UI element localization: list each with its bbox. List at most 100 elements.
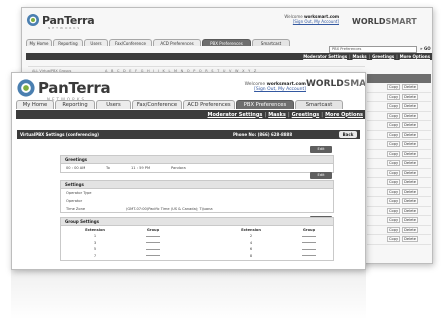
tab-my-home[interactable]: My Home	[16, 100, 54, 109]
group-settings-table: Extension Group Extension Group 12345678	[61, 226, 333, 259]
tab-reporting[interactable]: Reporting	[55, 100, 95, 109]
worldsmart-brand: WORLDSMART	[352, 17, 417, 26]
delete-button[interactable]: Delete	[402, 169, 418, 176]
back-go-button[interactable]: » GO	[420, 46, 431, 51]
action-row: Copy Delete	[367, 178, 431, 188]
copy-button[interactable]: Copy	[387, 188, 401, 195]
subnav-moderator-settings[interactable]: Moderator Settings	[301, 54, 349, 59]
back-tab-bar: My Home Reporting Users Fax/Conference ACD P…	[26, 39, 291, 46]
delete-button[interactable]: Delete	[402, 188, 418, 195]
tab-fax-conference[interactable]: Fax/Conference	[109, 39, 152, 46]
worldsmart-brand: WORLDSMART	[306, 79, 366, 89]
greetings-edit-button[interactable]: Edit	[310, 146, 332, 153]
back-action-column: Copy Delete Copy Delete Copy Delete Copy Delete…	[367, 74, 431, 245]
delete-button[interactable]: Delete	[402, 131, 418, 138]
settings-row: Operator Type	[61, 189, 333, 197]
copy-button[interactable]: Copy	[387, 112, 401, 119]
tab-reporting[interactable]: Reporting	[53, 39, 83, 46]
delete-button[interactable]: Delete	[402, 93, 418, 100]
subnav-masks[interactable]: Masks	[351, 54, 369, 59]
delete-button[interactable]: Delete	[402, 103, 418, 110]
panterra-logo: PanTerra NETWORKS	[26, 13, 95, 30]
settings-row: Operator	[61, 197, 333, 205]
delete-button[interactable]: Delete	[402, 236, 418, 243]
col-group: Group	[146, 227, 160, 232]
tab-pbx-preferences[interactable]: PBX Preferences	[202, 39, 251, 46]
action-row: Copy Delete	[367, 207, 431, 216]
action-row: Copy Delete	[367, 235, 431, 245]
tab-fax-conference[interactable]: Fax/Conference	[132, 100, 182, 109]
action-row: Copy Delete	[367, 131, 431, 140]
copy-button[interactable]: Copy	[387, 198, 401, 205]
copy-button[interactable]: Copy	[387, 84, 401, 91]
brand-part-a: WORLD	[352, 17, 386, 26]
action-row: Copy Delete	[367, 216, 431, 226]
delete-button[interactable]: Delete	[402, 198, 418, 205]
subnav-more-options[interactable]: More Options	[323, 112, 365, 118]
back-button[interactable]: Back	[339, 131, 357, 138]
delete-button[interactable]: Delete	[402, 112, 418, 119]
empty-group-line	[302, 235, 317, 237]
spacer-cell	[177, 253, 217, 260]
settings-title: Settings	[61, 181, 333, 189]
action-row: Copy Delete	[367, 169, 431, 178]
copy-button[interactable]: Copy	[387, 236, 401, 243]
subnav-moderator-settings[interactable]: Moderator Settings	[206, 112, 265, 118]
subnav-greetings[interactable]: Greetings	[370, 54, 396, 59]
tab-users[interactable]: Users	[96, 100, 131, 109]
action-row: Copy Delete	[367, 226, 431, 235]
action-row: Copy Delete	[367, 102, 431, 112]
subnav-more-options[interactable]: More Options	[398, 54, 432, 59]
copy-button[interactable]: Copy	[387, 131, 401, 138]
settings-row: Time Zone (GMT-07:00)Pacific Time (US & …	[61, 205, 333, 213]
empty-group-line	[302, 248, 317, 250]
copy-button[interactable]: Copy	[387, 122, 401, 129]
subnav-masks[interactable]: Masks	[266, 112, 288, 118]
copy-button[interactable]: Copy	[387, 150, 401, 157]
delete-button[interactable]: Delete	[402, 160, 418, 167]
page-title-bar: VirtualPBX Settings (conferencing) Phone…	[17, 130, 360, 139]
extension-cell: 8	[249, 253, 253, 258]
delete-button[interactable]: Delete	[402, 207, 418, 214]
tab-pbx-preferences[interactable]: PBX Preferences	[236, 100, 294, 109]
copy-button[interactable]: Copy	[387, 217, 401, 224]
tab-my-home[interactable]: My Home	[26, 39, 52, 46]
settings-edit-button[interactable]: Edit	[310, 172, 332, 179]
back-search-field[interactable]: PBX Preferences	[329, 46, 417, 53]
delete-button[interactable]: Delete	[402, 150, 418, 157]
delete-button[interactable]: Delete	[402, 179, 418, 186]
tab-smartcast[interactable]: Smartcast	[252, 39, 290, 46]
tab-acd-preferences[interactable]: ACD Preferences	[153, 39, 201, 46]
copy-button[interactable]: Copy	[387, 226, 401, 233]
delete-button[interactable]: Delete	[402, 226, 418, 233]
copy-button[interactable]: Copy	[387, 207, 401, 214]
account-links[interactable]: [Sign Out, My Account]	[224, 87, 306, 92]
copy-button[interactable]: Copy	[387, 179, 401, 186]
copy-button[interactable]: Copy	[387, 141, 401, 148]
delete-button[interactable]: Delete	[402, 84, 418, 91]
account-links[interactable]: [Sign Out, My Account]	[254, 19, 339, 24]
copy-button[interactable]: Copy	[387, 93, 401, 100]
delete-button[interactable]: Delete	[402, 217, 418, 224]
delete-button[interactable]: Delete	[402, 141, 418, 148]
panterra-logo: PanTerra NETWORKS	[16, 78, 111, 102]
greetings-panel: Greetings 00 : 00 AM To 11 : 59 PM Pando…	[60, 155, 334, 173]
greetings-title: Greetings	[61, 156, 333, 164]
group-settings-panel: Group Settings Extension Group Extension…	[60, 217, 334, 261]
delete-button[interactable]: Delete	[402, 122, 418, 129]
col-group-2: Group	[302, 227, 316, 232]
empty-group-line	[302, 242, 317, 244]
brand-part-b: SMART	[343, 79, 366, 89]
action-row: Copy Delete	[367, 121, 431, 131]
subnav-greetings[interactable]: Greetings	[290, 112, 322, 118]
setting-value: (GMT-07:00)Pacific Time (US & Canada); T…	[126, 207, 213, 211]
copy-button[interactable]: Copy	[387, 169, 401, 176]
copy-button[interactable]: Copy	[387, 103, 401, 110]
window-reflection	[11, 270, 366, 320]
tab-smartcast[interactable]: Smartcast	[295, 100, 343, 109]
setting-label: Operator Type	[66, 191, 92, 195]
copy-button[interactable]: Copy	[387, 160, 401, 167]
tab-acd-preferences[interactable]: ACD Preferences	[183, 100, 235, 109]
action-row: Copy Delete	[367, 140, 431, 150]
tab-users[interactable]: Users	[84, 39, 108, 46]
